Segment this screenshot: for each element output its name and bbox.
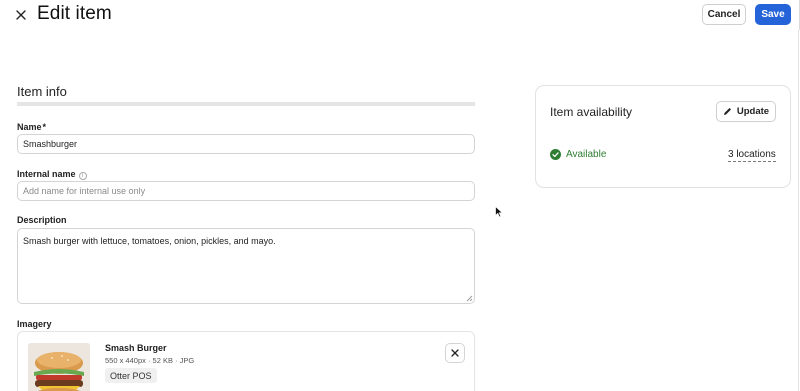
imagery-label: Imagery: [17, 319, 52, 329]
close-icon: [16, 10, 26, 20]
image-name: Smash Burger: [105, 343, 167, 353]
image-card: Smash Burger 550 x 440px · 52 KB · JPG O…: [17, 331, 475, 391]
right-edge-divider: [798, 30, 799, 391]
save-button[interactable]: Save: [755, 4, 791, 25]
image-source-badge: Otter POS: [105, 368, 157, 383]
internal-name-input[interactable]: [17, 181, 475, 201]
resize-handle-icon[interactable]: [466, 295, 473, 302]
burger-image-icon: [28, 343, 90, 391]
page-title: Edit item: [37, 3, 112, 24]
internal-name-label-text: Internal name: [17, 169, 76, 179]
name-label-text: Name: [17, 122, 42, 132]
locations-link[interactable]: 3 locations: [728, 149, 776, 162]
name-label: Name*: [17, 122, 46, 132]
description-textarea[interactable]: Smash burger with lettuce, tomatoes, oni…: [17, 228, 475, 304]
internal-name-label: Internal name i: [17, 169, 87, 180]
cancel-button[interactable]: Cancel: [702, 4, 746, 25]
remove-icon: [451, 349, 459, 357]
availability-status: Available: [550, 149, 606, 160]
top-bar: Edit item Cancel Save: [0, 0, 800, 30]
description-label: Description: [17, 215, 67, 225]
update-button-label: Update: [736, 106, 770, 117]
close-button[interactable]: [12, 6, 30, 24]
cursor-icon: [495, 206, 503, 218]
required-mark: *: [42, 122, 47, 132]
image-meta: 550 x 440px · 52 KB · JPG: [105, 356, 195, 365]
availability-title: Item availability: [550, 105, 633, 119]
remove-image-button[interactable]: [445, 343, 465, 363]
name-input[interactable]: [17, 134, 475, 154]
section-divider: [17, 102, 475, 106]
update-button[interactable]: Update: [716, 101, 776, 122]
info-icon[interactable]: i: [78, 172, 87, 180]
status-text: Available: [566, 149, 607, 160]
availability-card: Item availability Update Available 3 loc…: [535, 85, 791, 188]
check-circle-icon: [550, 149, 561, 160]
burger-thumbnail[interactable]: [28, 343, 90, 391]
pencil-icon: [723, 108, 731, 115]
item-info-heading: Item info: [17, 84, 67, 99]
